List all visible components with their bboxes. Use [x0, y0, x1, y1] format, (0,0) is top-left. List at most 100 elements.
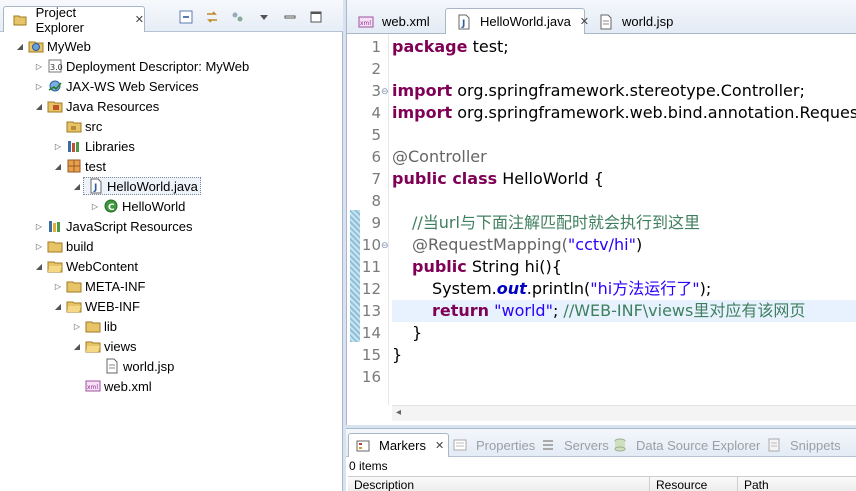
tab-label: Servers [564, 437, 609, 453]
folder-icon [85, 338, 101, 354]
annotation: @Controller [392, 147, 487, 166]
code-text: ); [699, 279, 712, 298]
folder-icon [47, 258, 63, 274]
close-icon[interactable]: ✕ [435, 439, 444, 452]
tree-node-web-inf[interactable]: ◢ WEB-INF [52, 296, 140, 316]
tab-label: Properties [476, 437, 536, 453]
horizontal-scrollbar[interactable]: ◂ [392, 405, 856, 421]
tab-data-source-explorer[interactable]: Data Source Explorer [610, 433, 760, 457]
collapsed-arrow-icon[interactable]: ▷ [33, 242, 45, 251]
project-explorer-tab[interactable]: Project Explorer ✕ [3, 5, 145, 35]
collapsed-arrow-icon[interactable]: ▷ [89, 202, 101, 211]
tree-node-helloworld-java[interactable]: ◢ J HelloWorld.java [71, 176, 201, 196]
maximize-view-icon[interactable] [309, 10, 323, 24]
tree-node-test-package[interactable]: ◢ test [52, 156, 106, 176]
tree-node-libraries[interactable]: ▷ Libraries [52, 136, 135, 156]
xml-file-icon: xml [358, 14, 374, 30]
fold-toggle-icon[interactable]: ⊖ [381, 240, 389, 251]
tree-node-webcontent[interactable]: ◢ WebContent [33, 256, 138, 276]
tree-node-views[interactable]: ◢ views [71, 336, 137, 356]
explorer-toolbar [179, 10, 323, 24]
code-line-9: //当url与下面注解匹配时就会执行到这里 [412, 212, 700, 234]
tree-label: build [66, 238, 94, 254]
tree-node-meta-inf[interactable]: ▷ META-INF [52, 276, 146, 296]
code-line-11: public String hi(){ [412, 256, 562, 278]
fold-toggle-icon[interactable]: ⊖ [381, 86, 389, 97]
view-menu-options-icon[interactable] [231, 10, 245, 24]
minimize-view-icon[interactable] [283, 10, 297, 24]
collapsed-arrow-icon[interactable]: ▷ [33, 62, 45, 71]
svg-text:J: J [461, 19, 465, 29]
code-editor: xml web.xml J HelloWorld.java ✕ world.js… [346, 0, 856, 425]
tab-properties[interactable]: Properties [450, 433, 535, 457]
collapsed-arrow-icon[interactable]: ▷ [52, 282, 64, 291]
line-number: 9 [371, 214, 381, 232]
line-number: 5 [371, 126, 381, 144]
comment: //WEB-INF\views里对应有该网页 [563, 301, 806, 320]
column-header-path[interactable]: Path [738, 477, 856, 491]
code-line-10: @RequestMapping("cctv/hi") [412, 234, 642, 256]
items-count: 0 items [349, 459, 388, 473]
line-number-gutter[interactable]: 1 2 3 4 5 6 7 8 9 10 11 12 13 14 15 16 ⊖… [347, 34, 389, 405]
tree-node-myweb[interactable]: ◢ MyWeb [14, 36, 91, 56]
collapsed-arrow-icon[interactable]: ▷ [33, 82, 45, 91]
java-resources-icon [47, 98, 63, 114]
tree-node-lib[interactable]: ▷ lib [71, 316, 117, 336]
java-file-icon: J [456, 14, 472, 30]
tab-markers[interactable]: Markers ✕ [348, 433, 450, 457]
expanded-arrow-icon[interactable]: ◢ [52, 302, 64, 311]
folder-icon [85, 318, 101, 334]
string-literal: "hi方法运行了" [590, 279, 700, 298]
editor-tab-web-xml[interactable]: xml web.xml [347, 8, 443, 34]
line-number: 7 [371, 170, 381, 188]
tree-node-helloworld-class[interactable]: ▷ C HelloWorld [89, 196, 185, 216]
expanded-arrow-icon[interactable]: ◢ [71, 342, 83, 351]
code-text: } [412, 323, 423, 342]
code-line-7: public class HelloWorld { [392, 168, 604, 190]
code-text: String hi(){ [466, 257, 562, 276]
column-header-description[interactable]: Description [348, 477, 650, 491]
tree-node-jax-ws[interactable]: ▷ JAX-WS Web Services [33, 76, 199, 96]
expanded-arrow-icon[interactable]: ◢ [33, 262, 45, 271]
project-explorer-view: Project Explorer ✕ ◢ MyWeb ▷ 3.0 Deploym… [0, 0, 343, 491]
tree-node-deployment-descriptor[interactable]: ▷ 3.0 Deployment Descriptor: MyWeb [33, 56, 249, 76]
expanded-arrow-icon[interactable]: ◢ [33, 102, 45, 111]
selected-item[interactable]: J HelloWorld.java [83, 177, 201, 195]
close-icon[interactable]: ✕ [135, 13, 144, 26]
collapsed-arrow-icon[interactable]: ▷ [33, 222, 45, 231]
tree-label: Libraries [85, 138, 135, 154]
tree-label: MyWeb [47, 38, 91, 54]
line-number: 13 [361, 302, 381, 320]
annotation: @RequestMapping( [412, 235, 568, 254]
code-line-6: @Controller [392, 146, 487, 168]
expanded-arrow-icon[interactable]: ◢ [14, 42, 26, 51]
tree-node-build[interactable]: ▷ build [33, 236, 94, 256]
scroll-left-icon[interactable]: ◂ [396, 407, 401, 418]
column-header-resource[interactable]: Resource [650, 477, 738, 491]
expanded-arrow-icon[interactable]: ◢ [52, 162, 64, 171]
keyword: public class [392, 169, 498, 188]
editor-tab-world-jsp[interactable]: world.jsp [587, 8, 697, 34]
code-area[interactable]: package test; import org.springframework… [392, 34, 856, 405]
xml-file-icon: xml [85, 378, 101, 394]
collapse-all-icon[interactable] [179, 10, 193, 24]
code-line-14: } [412, 322, 422, 344]
editor-tab-label: HelloWorld.java [480, 14, 571, 29]
tab-servers[interactable]: Servers [538, 433, 609, 457]
package-icon [66, 158, 82, 174]
tree-node-java-resources[interactable]: ◢ Java Resources [33, 96, 159, 116]
tree-node-javascript-resources[interactable]: ▷ JavaScript Resources [33, 216, 193, 236]
line-number: 6 [371, 148, 381, 166]
tab-snippets[interactable]: Snippets [764, 433, 841, 457]
tree-node-world-jsp[interactable]: world.jsp [102, 356, 174, 376]
tree-node-src[interactable]: src [52, 116, 102, 136]
link-with-editor-icon[interactable] [205, 10, 219, 24]
folder-icon [66, 298, 82, 314]
collapsed-arrow-icon[interactable]: ▷ [71, 322, 83, 331]
tree-label: Java Resources [66, 98, 160, 114]
expanded-arrow-icon[interactable]: ◢ [71, 182, 83, 191]
view-menu-icon[interactable] [257, 10, 271, 24]
editor-tab-helloworld-java[interactable]: J HelloWorld.java ✕ [445, 8, 589, 34]
tree-node-web-xml[interactable]: xml web.xml [83, 376, 152, 396]
collapsed-arrow-icon[interactable]: ▷ [52, 142, 64, 151]
